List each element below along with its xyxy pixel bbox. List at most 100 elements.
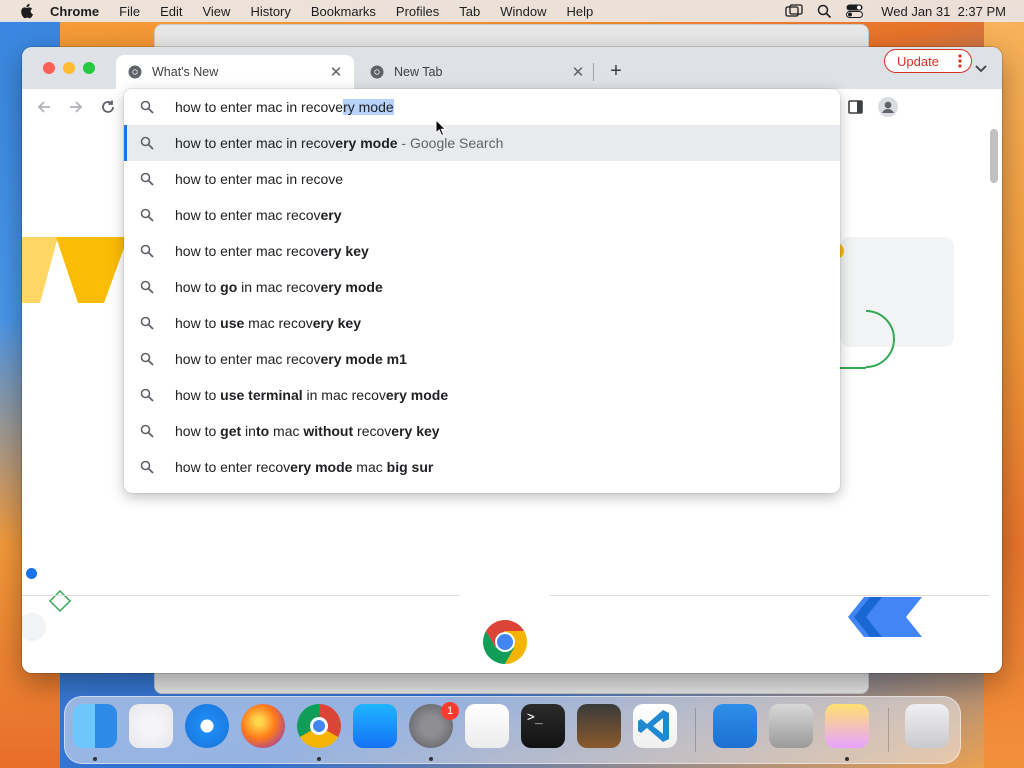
chrome-logo-icon [483,620,527,664]
side-panel-icon[interactable] [848,100,863,114]
profile-avatar-icon[interactable] [878,97,898,117]
tab-title: New Tab [394,65,443,79]
suggestion-text: how to enter recovery mode mac big sur [175,459,433,475]
suggestion-item[interactable]: how to go in mac recovery mode [124,269,840,305]
suggestion-text-part: without [303,423,354,439]
suggestion-text-part: ery mode m1 [320,351,407,367]
suggestion-text-part: use terminal [220,387,303,403]
tab-whats-new[interactable]: What's New ✕ [116,55,354,89]
decorative-blue-chevron [848,597,922,637]
menu-profiles[interactable]: Profiles [396,4,439,19]
running-indicator [845,757,849,761]
app-store-icon[interactable] [353,704,397,748]
suggestion-text-part: how to enter recov [175,459,291,475]
window-minimize-button[interactable] [63,62,75,74]
back-button[interactable] [34,97,54,117]
screen-mirroring-icon[interactable] [785,4,803,18]
forward-button[interactable] [66,97,86,117]
instruments-icon[interactable] [825,704,869,748]
spotlight-search-icon[interactable] [817,4,832,19]
tab-close-icon[interactable]: ✕ [328,64,344,81]
chrome-favicon-icon [370,65,384,79]
suggestion-text-part: ery key [391,423,440,439]
omnibox-dropdown: how to enter mac in recovery mode how to… [124,89,840,493]
suggestion-text-part: mac recov [244,315,313,331]
search-icon [140,100,154,114]
omnibox-autocomplete-selection: ry mode [343,99,394,115]
weather-icon[interactable] [713,704,757,748]
disk-utility-icon[interactable] [769,704,813,748]
menu-tab[interactable]: Tab [459,4,480,19]
notification-badge: 1 [441,702,459,720]
menu-window[interactable]: Window [500,4,546,19]
suggestion-text-part: mac [352,459,387,475]
new-tab-button[interactable]: + [606,60,626,82]
apple-menu-icon[interactable] [19,3,33,19]
suggestion-text-part: how to enter mac recov [175,351,321,367]
suggestion-item[interactable]: how to enter mac recovery [124,197,840,233]
safari-icon[interactable] [185,704,229,748]
menu-help[interactable]: Help [567,4,594,19]
suggestion-text-part: ery [320,207,342,223]
suggestion-text-part: in mac recov [237,279,321,295]
tab-new-tab[interactable]: New Tab ✕ [358,55,596,89]
mouse-pointer-icon [435,119,447,137]
finder-icon[interactable] [73,704,117,748]
suggestion-suffix: - Google Search [397,135,504,151]
suggestion-item[interactable]: how to enter mac recovery key [124,233,840,269]
trash-icon[interactable] [905,704,949,748]
search-icon [140,460,154,474]
menu-view[interactable]: View [202,4,230,19]
menubar-clock[interactable]: Wed Jan 31 2:37 PM [881,4,1006,19]
menu-file[interactable]: File [119,4,140,19]
suggestion-item[interactable]: how to enter recovery mode mac big sur [124,449,840,485]
suggestion-item[interactable]: how to enter mac in recovery mode - Goog… [124,125,840,161]
control-center-icon[interactable] [846,4,864,18]
chrome-favicon-icon [128,65,142,79]
menu-bar: Chrome File Edit View History Bookmarks … [0,0,1024,22]
decorative-yellow-shape [22,237,128,303]
running-indicator [317,757,321,761]
suggestion-item[interactable]: how to use mac recovery key [124,305,840,341]
menu-bookmarks[interactable]: Bookmarks [311,4,376,19]
window-zoom-button[interactable] [83,62,95,74]
suggestion-item[interactable]: how to get into mac without recovery key [124,413,840,449]
textedit-icon[interactable] [465,704,509,748]
divider-left [22,595,460,596]
firefox-icon[interactable] [241,704,285,748]
tab-close-icon[interactable]: ✕ [570,64,586,81]
omnibox-input[interactable]: how to enter mac in recovery mode [124,89,840,125]
suggestion-text-part: in [241,423,256,439]
suggestion-text-part: get [220,423,242,439]
update-button[interactable]: Update [884,49,972,73]
chrome-icon[interactable] [297,704,341,748]
reload-button[interactable] [98,97,118,117]
back-arrow-icon [37,101,50,113]
suggestion-text: how to get into mac without recovery key [175,423,440,439]
menu-app-name[interactable]: Chrome [50,4,99,19]
page-scrollbar[interactable] [990,129,998,183]
suggestion-item[interactable]: how to enter mac in recove [124,161,840,197]
suggestion-text-part: how to [175,423,221,439]
search-icon [140,208,154,222]
search-icon [140,136,154,150]
launchpad-icon[interactable] [129,704,173,748]
suggestion-text-part: ery mode [335,135,398,151]
suggestion-item[interactable]: how to use terminal in mac recovery mode [124,377,840,413]
menu-history[interactable]: History [250,4,290,19]
search-icon [140,280,154,294]
window-close-button[interactable] [43,62,55,74]
suggestion-text: how to use mac recovery key [175,315,361,331]
garageband-icon[interactable] [577,704,621,748]
tab-search-chevron-icon[interactable] [974,63,988,75]
vscode-icon[interactable] [633,704,677,748]
terminal-icon[interactable]: >_ [521,704,565,748]
search-icon [140,424,154,438]
more-options-icon [958,54,962,68]
chrome-icon-core [313,720,325,732]
suggestion-text: how to enter mac recovery mode m1 [175,351,407,367]
menu-edit[interactable]: Edit [160,4,182,19]
suggestion-text-part: how to enter mac in recov [175,135,336,151]
suggestion-item[interactable]: how to enter mac recovery mode m1 [124,341,840,377]
suggestion-text-part: how to [175,279,221,295]
